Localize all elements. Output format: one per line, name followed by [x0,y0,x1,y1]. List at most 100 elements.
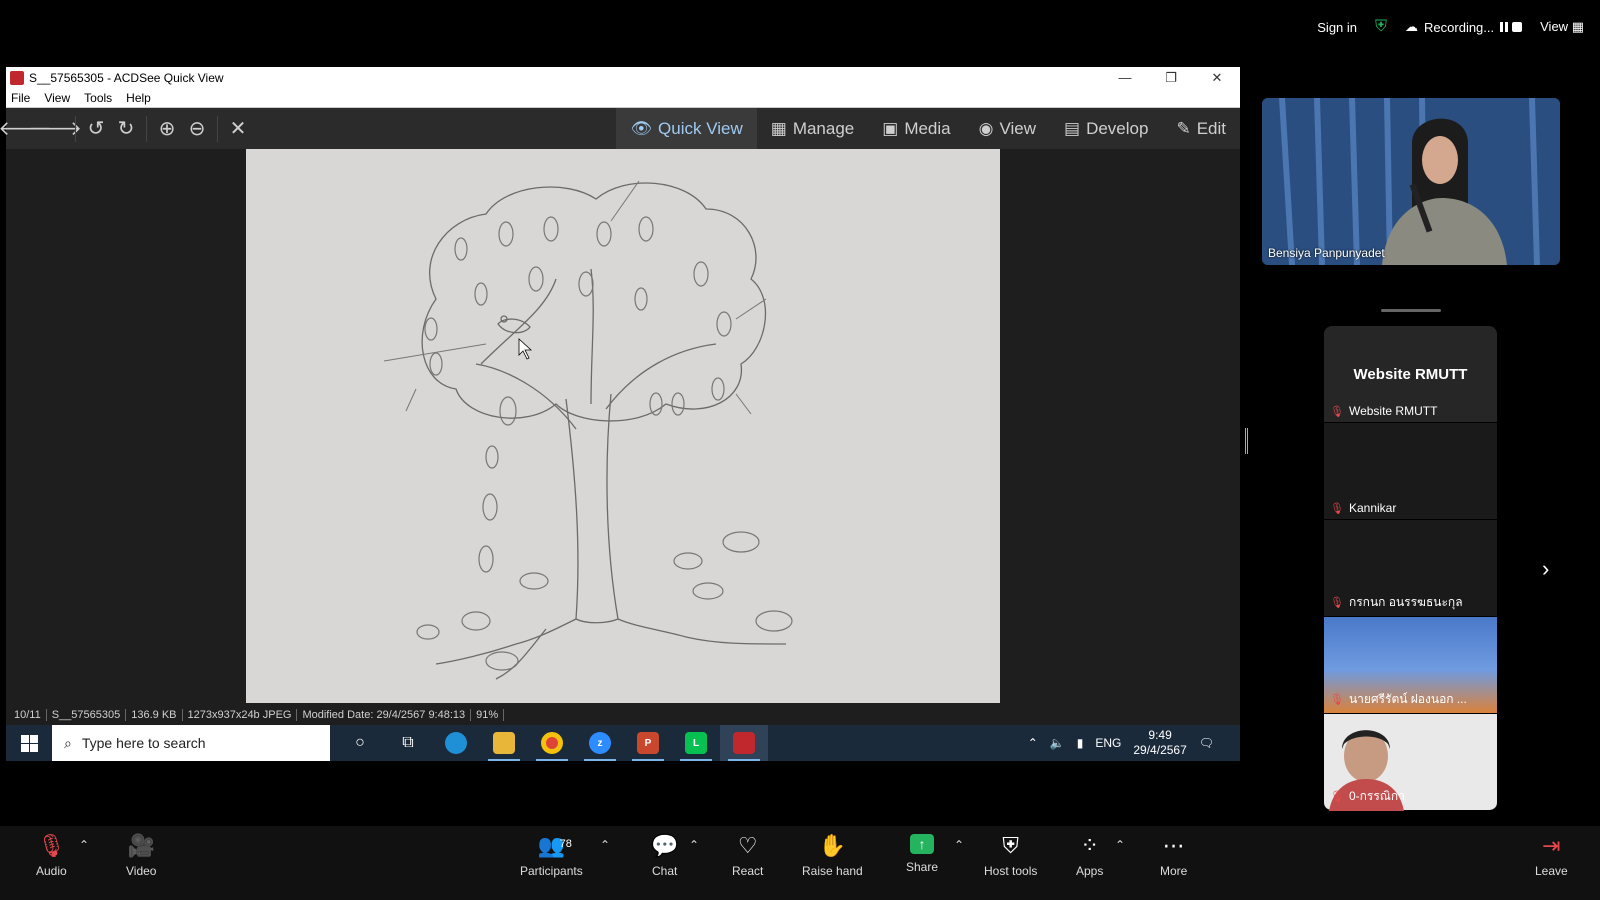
window-titlebar: S__57565305 - ACDSee Quick View — ❐ ✕ [6,67,1240,88]
taskbar-clock[interactable]: 9:49 29/4/2567 [1133,728,1186,758]
system-tray: ⌃ 🔈 ▮ ENG 9:49 29/4/2567 🗨 [1028,725,1240,761]
top-right-controls: Sign in ⛨ ☁ Recording... View ▦ [1317,18,1584,36]
raise-hand-button[interactable]: ✋ Raise hand [802,834,863,879]
tab-edit[interactable]: ✎ Edit [1162,108,1240,149]
participants-label: Participants [520,864,583,878]
tab-develop[interactable]: ▤ Develop [1050,108,1162,149]
search-icon: ⌕ [64,734,72,751]
zoom-out-icon[interactable]: ⊖ [184,116,210,142]
clock-time: 9:49 [1148,728,1172,742]
cortana-icon[interactable]: ○ [336,725,384,761]
rotate-right-icon[interactable]: ↻ [113,116,139,142]
host-tools-button[interactable]: ⛨ Host tools [984,834,1037,879]
grid-icon: ▦ [1571,19,1584,34]
menu-help[interactable]: Help [126,91,151,105]
chevron-up-icon: ⌃ [79,838,90,852]
tab-manage[interactable]: ▦ Manage [757,108,869,149]
participant-display-name: Website RMUTT [1353,366,1468,383]
toolbar: 🡐 🡒 ↺ ↻ ⊕ ⊖ ✕ 👁 Quick View ▦ Manage ▣ Media… [0,108,1240,149]
view-label: View [1540,19,1569,34]
powerpoint-icon[interactable]: P [624,725,672,761]
cloud-icon: ☁ [1405,19,1419,34]
chevron-right-icon[interactable]: › [1542,556,1549,582]
participant-tile[interactable]: 🎙 นายศรีรัตน์ ฝองนอก ... [1324,617,1497,714]
mic-muted-icon: 🎙 [1330,694,1344,706]
language-indicator[interactable]: ENG [1095,736,1121,750]
windows-logo-icon [20,734,38,752]
taskbar-search[interactable]: ⌕ Type here to search [52,725,330,761]
participant-tile[interactable]: Website RMUTT 🎙 Website RMUTT [1324,326,1497,423]
splitter-handle[interactable] [1245,428,1248,454]
zoom-in-icon[interactable]: ⊕ [154,116,180,142]
participant-tile[interactable]: 🎙 0-กรรณิกา [1324,714,1497,811]
participant-gallery: Website RMUTT 🎙 Website RMUTT 🎙 Kannikar 🎙… [1324,326,1497,811]
menu-file[interactable]: File [11,91,30,105]
notification-icon[interactable]: 🗨 [1199,736,1214,750]
forward-arrow-icon[interactable]: 🡒 [28,116,82,142]
share-arrow-icon: ↑ [910,834,935,854]
tab-media[interactable]: ▣ Media [868,108,964,149]
participants-options-caret[interactable]: ⌃ [600,838,610,852]
mic-off-icon: 🎙 [37,833,66,858]
media-icon: ▣ [882,118,899,138]
active-speaker-video[interactable]: Bensiya Panpunyadet [1262,98,1560,265]
image-viewer[interactable] [6,149,1240,705]
pause-recording-icon[interactable] [1500,22,1509,32]
clock-date: 29/4/2567 [1133,743,1187,757]
chat-label: Chat [652,864,678,878]
gallery-drag-handle[interactable] [1381,309,1441,312]
participants-icon: 👥 78 [537,833,572,858]
react-button[interactable]: ♡ React [732,834,763,879]
chevron-up-icon[interactable]: ⌃ [1028,736,1038,750]
close-image-icon[interactable]: ✕ [225,116,251,142]
mic-muted-icon: 🎙 [1330,502,1344,515]
video-button[interactable]: 🎥 Video [126,834,156,879]
tab-view[interactable]: ◉ View [965,108,1050,149]
menu-tools[interactable]: Tools [84,91,112,105]
view-button[interactable]: View ▦ [1540,19,1584,35]
mic-muted-icon: 🎙 [1330,597,1344,609]
share-options-caret[interactable]: ⌃ [954,838,964,852]
shield-icon[interactable]: ⛨ [1375,18,1387,36]
share-label: Share [906,860,939,874]
apps-options-caret[interactable]: ⌃ [1115,838,1125,852]
start-button[interactable] [6,725,52,761]
line-app-icon[interactable]: L [672,725,720,761]
participant-name: 0-กรรณิกา [1348,789,1405,803]
participant-tile[interactable]: 🎙 Kannikar [1324,423,1497,520]
tab-label: Media [904,118,951,138]
share-button[interactable]: ↑ Share [906,834,938,874]
chat-button[interactable]: 💬 Chat [651,834,678,879]
restore-icon[interactable]: ❐ [1148,67,1194,88]
participant-tile[interactable]: 🎙 กรกนก อนรรฆธนะกุล [1324,520,1497,617]
zoom-app-icon[interactable]: z [576,725,624,761]
acdsee-taskbar-icon[interactable] [720,725,768,761]
rotate-left-icon[interactable]: ↺ [83,116,109,142]
tab-label: Edit [1196,118,1226,138]
apps-button[interactable]: ⁘ Apps [1076,834,1103,879]
participants-button[interactable]: 👥 78 Participants [520,833,583,879]
audio-options-caret[interactable]: ⌃ [79,838,89,852]
menu-view[interactable]: View [44,91,70,105]
task-view-icon[interactable]: ⧉ [384,725,432,761]
develop-icon: ▤ [1064,118,1081,138]
speaker-icon[interactable]: 🔈 [1050,736,1065,750]
chevron-up-icon: ⌃ [954,838,965,852]
stop-recording-icon[interactable] [1512,22,1523,32]
chat-options-caret[interactable]: ⌃ [689,838,699,852]
more-button[interactable]: ⋯ More [1160,834,1188,879]
audio-button[interactable]: 🎙 Audio [36,833,67,879]
grid-icon: ▦ [770,118,787,138]
image-index: 10/11 [9,709,47,721]
recording-label: Recording... [1424,19,1495,35]
more-label: More [1160,864,1188,878]
battery-icon[interactable]: ▮ [1077,736,1084,750]
close-icon[interactable]: ✕ [1194,67,1240,88]
file-explorer-icon[interactable] [480,725,528,761]
tab-quick-view[interactable]: 👁 Quick View [616,108,757,149]
minimize-icon[interactable]: — [1102,67,1148,88]
edge-icon[interactable] [432,725,480,761]
leave-button[interactable]: ⇥ Leave [1535,834,1568,879]
sign-in-button[interactable]: Sign in [1317,20,1357,35]
chrome-icon[interactable] [528,725,576,761]
